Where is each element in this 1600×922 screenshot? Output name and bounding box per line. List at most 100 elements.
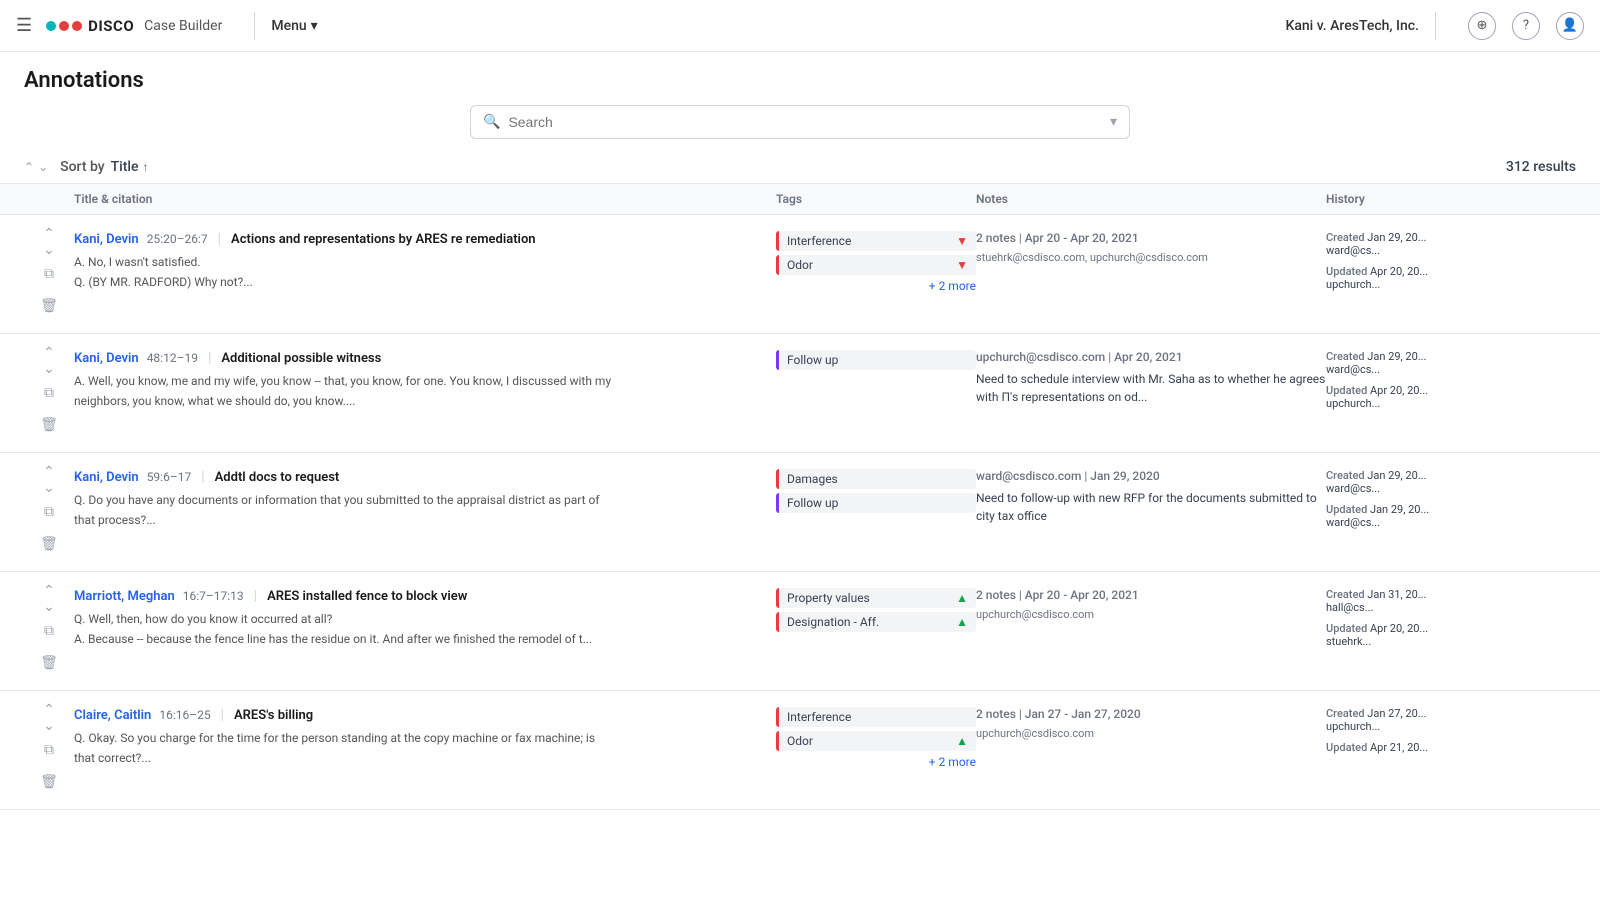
title-area: Marriott, Meghan 16:7–17:13 | ARES insta… (74, 588, 776, 650)
col-notes-header: Notes (976, 192, 1326, 206)
sort-handle[interactable]: ⌃⌄ (38, 588, 60, 610)
tags-area: Interference▼Odor▼+ 2 more (776, 231, 976, 293)
history-label: Created (1326, 350, 1365, 363)
tag-arrow-icon[interactable]: ▲ (956, 734, 968, 748)
collapse-all-button[interactable]: ⌄ (38, 160, 48, 174)
sort-field-button[interactable]: Title (111, 159, 139, 175)
col-title-header: Title & citation (74, 192, 776, 206)
table-row: ⌃⌄ ⧉ 🗑 Claire, Caitlin 16:16–25 | ARES's… (0, 691, 1600, 810)
copy-button[interactable]: ⧉ (38, 382, 60, 404)
history-area: Created Jan 29, 20... ward@cs... Updated… (1326, 350, 1576, 418)
search-expand-icon[interactable]: ▾ (1110, 114, 1117, 130)
witness-name[interactable]: Marriott, Meghan (74, 589, 175, 604)
history-label: Created (1326, 707, 1365, 720)
history-user: ward@cs... (1326, 516, 1576, 529)
tags-area: InterferenceOdor▲+ 2 more (776, 707, 976, 769)
history-date: Jan 31, 20... (1367, 588, 1426, 601)
notifications-icon[interactable]: ⊕ (1468, 12, 1496, 40)
annotation-title: ARES installed fence to block view (267, 589, 467, 604)
excerpt: A. Well, you know, me and my wife, you k… (74, 372, 776, 410)
more-tags-link[interactable]: + 2 more (776, 755, 976, 769)
excerpt: Q. Well, then, how do you know it occurr… (74, 610, 776, 648)
delete-button[interactable]: 🗑 (38, 652, 60, 674)
search-input[interactable] (508, 114, 1102, 130)
title-area: Kani, Devin 48:12–19 | Additional possib… (74, 350, 776, 412)
excerpt-line: A. Because -- because the fence line has… (74, 630, 776, 648)
sort-asc-icon[interactable]: ↑ (142, 160, 148, 174)
history-entry: Updated Apr 20, 20... upchurch... (1326, 384, 1576, 410)
delete-button[interactable]: 🗑 (38, 771, 60, 793)
col-tags-header: Tags (776, 192, 976, 206)
history-date: Apr 20, 20... (1370, 622, 1428, 635)
logo-area: DISCO Case Builder (46, 17, 222, 35)
expand-all-button[interactable]: ⌃ (24, 160, 34, 174)
excerpt: A. No, I wasn't satisfied.Q. (BY MR. RAD… (74, 253, 776, 291)
chevron-down-icon: ▾ (311, 18, 318, 34)
excerpt: Q. Do you have any documents or informat… (74, 491, 776, 529)
notes-area: 2 notes | Apr 20 - Apr 20, 2021upchurch@… (976, 588, 1326, 621)
row-actions: ⌃⌄ ⧉ 🗑 (24, 350, 74, 436)
history-date: Apr 21, 20... (1370, 741, 1428, 754)
nav-icons: ⊕ ? 👤 (1468, 12, 1584, 40)
tag-arrow-icon[interactable]: ▼ (956, 258, 968, 272)
delete-button[interactable]: 🗑 (38, 414, 60, 436)
history-label: Created (1326, 469, 1365, 482)
witness-name[interactable]: Claire, Caitlin (74, 708, 151, 723)
history-area: Created Jan 29, 20... ward@cs... Updated… (1326, 469, 1576, 537)
sort-handle[interactable]: ⌃⌄ (38, 231, 60, 253)
history-date: Apr 20, 20... (1370, 384, 1428, 397)
copy-button[interactable]: ⧉ (38, 739, 60, 761)
history-user: ward@cs... (1326, 363, 1576, 376)
copy-button[interactable]: ⧉ (38, 620, 60, 642)
witness-name[interactable]: Kani, Devin (74, 232, 139, 247)
title-line: Kani, Devin 25:20–26:7 | Actions and rep… (74, 231, 776, 247)
tags-area: DamagesFollow up (776, 469, 976, 517)
sort-handle[interactable]: ⌃⌄ (38, 707, 60, 729)
tag-arrow-icon[interactable]: ▲ (956, 615, 968, 629)
col-checkbox (24, 192, 74, 206)
notes-meta: 2 notes | Apr 20 - Apr 20, 2021 (976, 231, 1326, 245)
notes-area: 2 notes | Jan 27 - Jan 27, 2020upchurch@… (976, 707, 1326, 740)
tag-arrow-icon[interactable]: ▼ (956, 234, 968, 248)
row-actions: ⌃⌄ ⧉ 🗑 (24, 588, 74, 674)
controls-bar: ⌃ ⌄ Sort by Title ↑ 312 results (0, 151, 1600, 184)
history-entry: Created Jan 31, 20... hall@cs... (1326, 588, 1576, 614)
notes-count: 2 notes (976, 231, 1016, 245)
notes-authors: upchurch@csdisco.com (976, 608, 1326, 621)
notes-count: 2 notes (976, 707, 1016, 721)
citation: 48:12–19 (147, 351, 198, 365)
tag-label: Odor (787, 734, 813, 748)
delete-button[interactable]: 🗑 (38, 533, 60, 555)
witness-name[interactable]: Kani, Devin (74, 351, 139, 366)
history-user: ward@cs... (1326, 244, 1576, 257)
more-tags-link[interactable]: + 2 more (776, 279, 976, 293)
history-label: Updated (1326, 741, 1367, 754)
tag-label: Follow up (787, 353, 838, 367)
annotation-title: Actions and representations by ARES re r… (231, 232, 536, 247)
witness-name[interactable]: Kani, Devin (74, 470, 139, 485)
citation: 25:20–26:7 (147, 232, 208, 246)
excerpt-line: A. Well, you know, me and my wife, you k… (74, 372, 776, 390)
dot-red1 (59, 21, 69, 31)
user-avatar[interactable]: 👤 (1556, 12, 1584, 40)
nav-menu-button[interactable]: Menu ▾ (271, 18, 317, 34)
history-entry: Updated Apr 20, 20... upchurch... (1326, 265, 1576, 291)
notes-text: Need to schedule interview with Mr. Saha… (976, 370, 1326, 406)
history-label: Updated (1326, 622, 1367, 635)
history-label: Updated (1326, 503, 1367, 516)
copy-button[interactable]: ⧉ (38, 501, 60, 523)
delete-button[interactable]: 🗑 (38, 295, 60, 317)
copy-button[interactable]: ⧉ (38, 263, 60, 285)
sort-handle[interactable]: ⌃⌄ (38, 350, 60, 372)
citation: 59:6–17 (147, 470, 192, 484)
history-user: stuehrk... (1326, 635, 1576, 648)
table-header: Title & citation Tags Notes History (0, 184, 1600, 215)
sort-handle[interactable]: ⌃⌄ (38, 469, 60, 491)
logo-text: DISCO (88, 17, 134, 35)
hamburger-icon[interactable]: ☰ (16, 15, 32, 36)
excerpt-line: Q. Do you have any documents or informat… (74, 491, 776, 509)
history-date: Jan 29, 20... (1370, 503, 1429, 516)
tag-arrow-icon[interactable]: ▲ (956, 591, 968, 605)
excerpt-line: Q. Well, then, how do you know it occurr… (74, 610, 776, 628)
help-icon[interactable]: ? (1512, 12, 1540, 40)
